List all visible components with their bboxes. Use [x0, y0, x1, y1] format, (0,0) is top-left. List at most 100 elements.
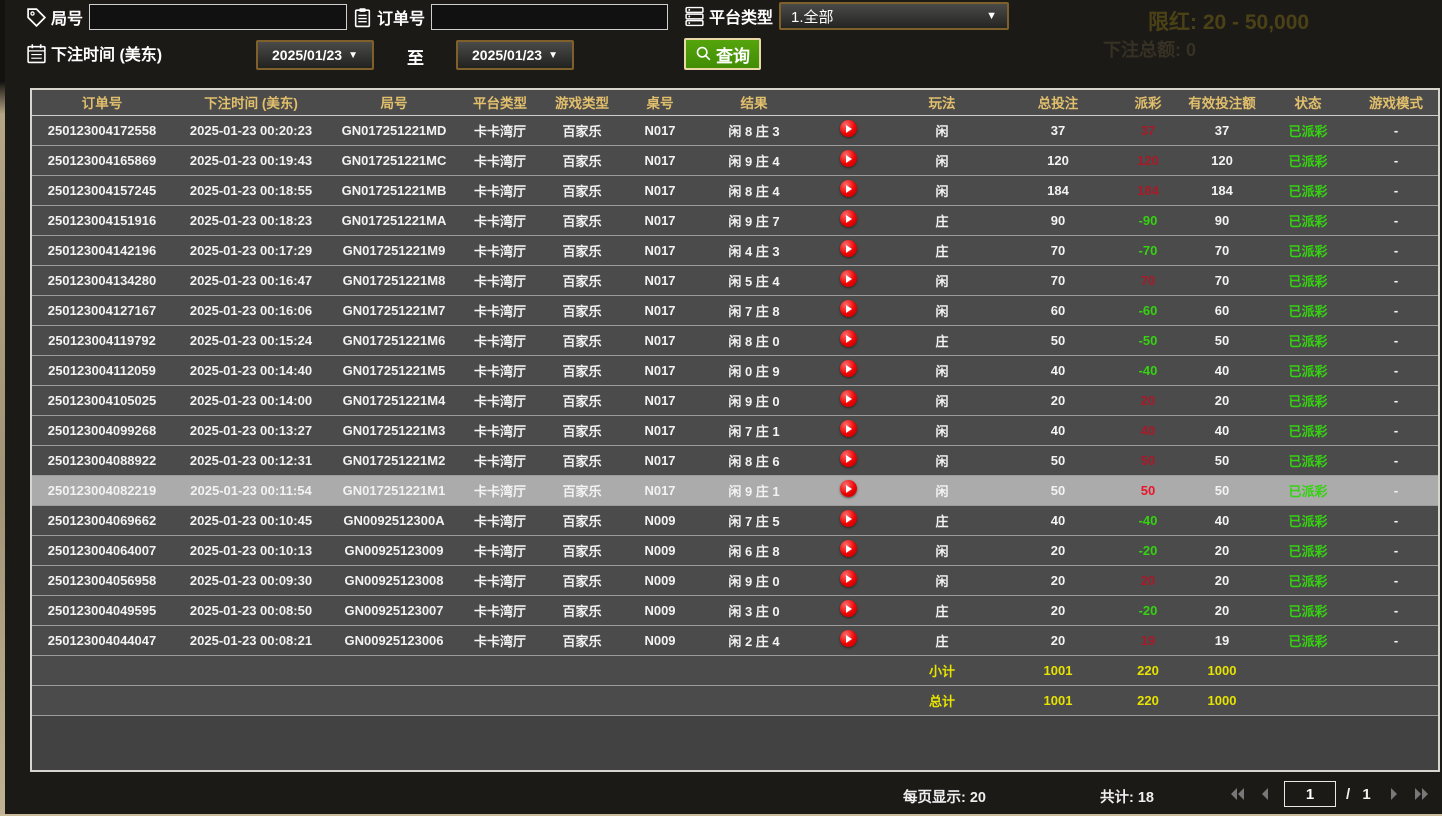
- grand-total-total-bet: 1001: [998, 685, 1118, 715]
- col-header-valid-bet: 有效投注额: [1178, 90, 1266, 115]
- round-number-cell: GN017251221M2: [330, 445, 458, 475]
- valid-bet-cell: 184: [1178, 175, 1266, 205]
- previous-page-icon[interactable]: [1256, 786, 1274, 802]
- play-video-icon[interactable]: [840, 420, 857, 437]
- game-type-cell: 百家乐: [542, 355, 622, 385]
- valid-bet-cell: 20: [1178, 385, 1266, 415]
- play-video-icon[interactable]: [840, 600, 857, 617]
- platform-type-cell: 卡卡湾厅: [458, 115, 542, 145]
- play-video-icon[interactable]: [840, 450, 857, 467]
- result-cell: 闲 5 庄 4: [698, 265, 810, 295]
- play-video-icon[interactable]: [840, 390, 857, 407]
- clipboard-icon: [352, 7, 373, 28]
- table-row[interactable]: 250123004142196 2025-01-23 00:17:29 GN01…: [32, 235, 1440, 265]
- game-type-cell: 百家乐: [542, 235, 622, 265]
- platform-type-value: 1.全部: [791, 6, 834, 27]
- play-video-icon[interactable]: [840, 270, 857, 287]
- subtotal-total-bet: 1001: [998, 655, 1118, 685]
- play-video-icon[interactable]: [840, 540, 857, 557]
- play-type-cell: 闲: [886, 475, 998, 505]
- game-type-cell: 百家乐: [542, 385, 622, 415]
- replay-cell: [810, 145, 886, 175]
- play-video-icon[interactable]: [840, 480, 857, 497]
- status-badge: 已派彩: [1266, 535, 1350, 565]
- order-number-cell: 250123004142196: [32, 235, 172, 265]
- page-number-input[interactable]: [1284, 781, 1336, 807]
- result-cell: 闲 6 庄 8: [698, 535, 810, 565]
- game-mode-cell: -: [1350, 265, 1440, 295]
- game-type-cell: 百家乐: [542, 175, 622, 205]
- query-button[interactable]: 查询: [684, 38, 761, 70]
- table-row[interactable]: 250123004088922 2025-01-23 00:12:31 GN01…: [32, 445, 1440, 475]
- table-row[interactable]: 250123004056958 2025-01-23 00:09:30 GN00…: [32, 565, 1440, 595]
- table-row[interactable]: 250123004049595 2025-01-23 00:08:50 GN00…: [32, 595, 1440, 625]
- status-badge: 已派彩: [1266, 325, 1350, 355]
- play-video-icon[interactable]: [840, 570, 857, 587]
- round-number-filter: 局号: [26, 4, 347, 30]
- play-video-icon[interactable]: [840, 330, 857, 347]
- date-to-picker[interactable]: 2025/01/23 ▼: [456, 40, 574, 70]
- play-video-icon[interactable]: [840, 210, 857, 227]
- table-number-cell: N017: [622, 385, 698, 415]
- next-page-icon[interactable]: [1385, 786, 1403, 802]
- order-number-cell: 250123004049595: [32, 595, 172, 625]
- game-type-cell: 百家乐: [542, 295, 622, 325]
- bet-time-cell: 2025-01-23 00:20:23: [172, 115, 330, 145]
- replay-cell: [810, 325, 886, 355]
- table-row[interactable]: 250123004112059 2025-01-23 00:14:40 GN01…: [32, 355, 1440, 385]
- round-number-cell: GN0092512300A: [330, 505, 458, 535]
- play-video-icon[interactable]: [840, 240, 857, 257]
- game-mode-cell: -: [1350, 445, 1440, 475]
- date-from-picker[interactable]: 2025/01/23 ▼: [256, 40, 374, 70]
- table-row[interactable]: 250123004127167 2025-01-23 00:16:06 GN01…: [32, 295, 1440, 325]
- replay-cell: [810, 505, 886, 535]
- round-number-cell: GN017251221M7: [330, 295, 458, 325]
- order-number-cell: 250123004044047: [32, 625, 172, 655]
- bet-time-label: 下注时间 (美东): [51, 41, 162, 65]
- order-number-input[interactable]: [431, 4, 668, 30]
- result-cell: 闲 9 庄 7: [698, 205, 810, 235]
- play-video-icon[interactable]: [840, 630, 857, 647]
- result-cell: 闲 4 庄 3: [698, 235, 810, 265]
- play-type-cell: 庄: [886, 625, 998, 655]
- play-video-icon[interactable]: [840, 360, 857, 377]
- table-row[interactable]: 250123004099268 2025-01-23 00:13:27 GN01…: [32, 415, 1440, 445]
- payout-cell: -40: [1118, 355, 1178, 385]
- platform-type-cell: 卡卡湾厅: [458, 475, 542, 505]
- first-page-icon[interactable]: [1228, 786, 1246, 802]
- play-video-icon[interactable]: [840, 180, 857, 197]
- date-to-value: 2025/01/23: [472, 47, 542, 63]
- table-number-cell: N017: [622, 235, 698, 265]
- table-number-cell: N017: [622, 145, 698, 175]
- table-row[interactable]: 250123004069662 2025-01-23 00:10:45 GN00…: [32, 505, 1440, 535]
- table-row[interactable]: 250123004064007 2025-01-23 00:10:13 GN00…: [32, 535, 1440, 565]
- table-row[interactable]: 250123004172558 2025-01-23 00:20:23 GN01…: [32, 115, 1440, 145]
- last-page-icon[interactable]: [1413, 786, 1431, 802]
- left-edge-strip: [0, 0, 5, 816]
- table-row[interactable]: 250123004044047 2025-01-23 00:08:21 GN00…: [32, 625, 1440, 655]
- platform-type-dropdown[interactable]: 1.全部 ▼: [779, 2, 1009, 30]
- play-video-icon[interactable]: [840, 150, 857, 167]
- payout-cell: -70: [1118, 235, 1178, 265]
- table-row[interactable]: 250123004134280 2025-01-23 00:16:47 GN01…: [32, 265, 1440, 295]
- game-type-cell: 百家乐: [542, 415, 622, 445]
- game-type-cell: 百家乐: [542, 595, 622, 625]
- table-row[interactable]: 250123004105025 2025-01-23 00:14:00 GN01…: [32, 385, 1440, 415]
- table-row[interactable]: 250123004151916 2025-01-23 00:18:23 GN01…: [32, 205, 1440, 235]
- server-stack-icon: [684, 6, 705, 27]
- play-video-icon[interactable]: [840, 300, 857, 317]
- bet-time-filter: 下注时间 (美东): [26, 41, 168, 65]
- platform-type-cell: 卡卡湾厅: [458, 265, 542, 295]
- play-type-cell: 闲: [886, 265, 998, 295]
- game-mode-cell: -: [1350, 205, 1440, 235]
- table-row[interactable]: 250123004119792 2025-01-23 00:15:24 GN01…: [32, 325, 1440, 355]
- col-header-replay: [810, 90, 886, 115]
- play-video-icon[interactable]: [840, 510, 857, 527]
- play-video-icon[interactable]: [840, 120, 857, 137]
- valid-bet-cell: 50: [1178, 475, 1266, 505]
- round-number-input[interactable]: [89, 4, 347, 30]
- table-row[interactable]: 250123004157245 2025-01-23 00:18:55 GN01…: [32, 175, 1440, 205]
- table-row[interactable]: 250123004165869 2025-01-23 00:19:43 GN01…: [32, 145, 1440, 175]
- table-row[interactable]: 250123004082219 2025-01-23 00:11:54 GN01…: [32, 475, 1440, 505]
- valid-bet-cell: 70: [1178, 235, 1266, 265]
